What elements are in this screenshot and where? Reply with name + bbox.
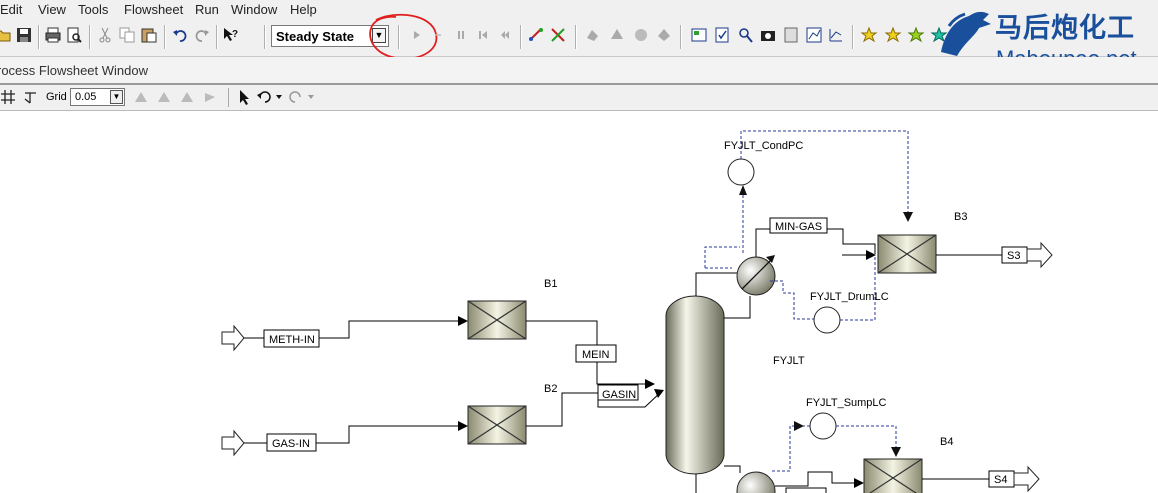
cut-icon[interactable] (96, 26, 114, 44)
controller-cond-pc[interactable] (727, 158, 755, 186)
grid-label: Grid (46, 91, 67, 103)
results-icon[interactable] (713, 26, 731, 44)
paste-icon[interactable] (140, 26, 158, 44)
controller-sump-lc[interactable] (809, 412, 837, 440)
data-browser-icon[interactable] (690, 26, 708, 44)
watermark-chinese: 马后炮化工 (995, 13, 1135, 43)
report-icon[interactable] (782, 26, 800, 44)
add-block-icon[interactable] (884, 26, 902, 44)
svg-text:?: ? (232, 29, 238, 40)
stream-s4[interactable]: S4 (994, 474, 1007, 486)
flowsheet-window-titlebar: rocess Flowsheet Window (0, 57, 1158, 85)
calculator-icon[interactable] (655, 26, 673, 44)
feed-arrow-meth-in[interactable] (221, 324, 245, 352)
menu-flowsheet[interactable]: Flowsheet (124, 2, 183, 17)
align-left-icon[interactable] (133, 89, 149, 105)
optimization-icon[interactable] (608, 26, 626, 44)
rotate-left-icon[interactable] (256, 89, 286, 105)
block-label-b4: B4 (940, 436, 953, 448)
controller-label-drum-lc: FYJLT_DrumLC (810, 291, 889, 303)
controller-label-sump-lc: FYJLT_SumpLC (806, 397, 887, 409)
search-icon[interactable] (736, 26, 754, 44)
step-icon[interactable] (430, 26, 448, 44)
grid-size-value: 0.05 (75, 91, 97, 103)
grid-size-select[interactable]: 0.05 ▼ (70, 88, 125, 106)
menu-window[interactable]: Window (231, 2, 277, 17)
stream-gasin[interactable]: GASIN (602, 389, 636, 401)
connect-icon[interactable] (527, 26, 545, 44)
stream-mein[interactable]: MEIN (582, 349, 610, 361)
block-label-b2: B2 (544, 383, 557, 395)
controller-label-cond-pc: FYJLT_CondPC (724, 140, 803, 152)
save-icon[interactable] (15, 26, 33, 44)
rewind-start-icon[interactable] (474, 26, 492, 44)
menu-view[interactable]: View (38, 2, 66, 17)
flowsheet-canvas[interactable]: METH-IN GAS-IN B1 B2 MEIN GASIN FYJLT MI… (0, 111, 1158, 493)
context-help-icon[interactable]: ? (222, 26, 240, 44)
reboiler[interactable] (736, 471, 776, 493)
rotate-icon[interactable] (202, 89, 218, 105)
rotate-right-icon[interactable] (288, 89, 318, 105)
snap-icon[interactable] (22, 89, 38, 105)
chart-icon[interactable] (827, 26, 845, 44)
camera-icon[interactable] (759, 26, 777, 44)
menu-help[interactable]: Help (290, 2, 317, 17)
add-stream-icon[interactable] (907, 26, 925, 44)
window-title: rocess Flowsheet Window (0, 63, 148, 78)
align-center-icon[interactable] (156, 89, 172, 105)
print-icon[interactable] (44, 26, 62, 44)
block-label-b3: B3 (954, 211, 967, 223)
align-top-icon[interactable] (179, 89, 195, 105)
stream-meth-in[interactable]: METH-IN (269, 334, 315, 346)
select-pointer-icon[interactable] (236, 88, 252, 106)
condenser[interactable] (736, 256, 776, 296)
block-label-column: FYJLT (773, 355, 805, 367)
menu-run[interactable]: Run (195, 2, 219, 17)
controller-drum-lc[interactable] (813, 306, 841, 334)
copy-icon[interactable] (118, 26, 136, 44)
product-arrow-s4[interactable] (1013, 465, 1040, 493)
menu-tools[interactable]: Tools (78, 2, 108, 17)
flowsheet-toolbar: Grid 0.05 ▼ (0, 85, 1158, 111)
design-spec-icon[interactable] (632, 26, 650, 44)
stream-min-gas[interactable]: MIN-GAS (775, 221, 822, 233)
open-folder-icon[interactable] (0, 26, 12, 44)
model-library-icon[interactable] (860, 26, 878, 44)
run-mode-value: Steady State (276, 29, 355, 44)
menu-edit[interactable]: Edit (0, 2, 22, 17)
pause-icon[interactable] (452, 26, 470, 44)
reset-icon[interactable] (496, 26, 514, 44)
feed-arrow-gas-in[interactable] (221, 429, 245, 457)
print-preview-icon[interactable] (65, 26, 83, 44)
stream-s3[interactable]: S3 (1007, 250, 1020, 262)
reconcile-icon[interactable] (549, 26, 567, 44)
product-arrow-s3[interactable] (1026, 241, 1053, 269)
sensitivity-icon[interactable] (584, 26, 602, 44)
plot-icon[interactable] (805, 26, 823, 44)
stream-gas-in[interactable]: GAS-IN (272, 438, 310, 450)
grid-toggle-icon[interactable] (0, 89, 16, 105)
chevron-down-icon[interactable]: ▼ (110, 90, 123, 104)
horse-logo (941, 11, 991, 56)
block-label-b1: B1 (544, 278, 557, 290)
undo-icon[interactable] (171, 26, 189, 44)
redo-icon[interactable] (193, 26, 211, 44)
stream-label-box-bottoms[interactable] (785, 487, 827, 493)
column-fyjlt[interactable] (665, 295, 725, 475)
run-icon[interactable] (408, 26, 426, 44)
main-toolbar: ? Steady State ▼ (0, 11, 1158, 60)
